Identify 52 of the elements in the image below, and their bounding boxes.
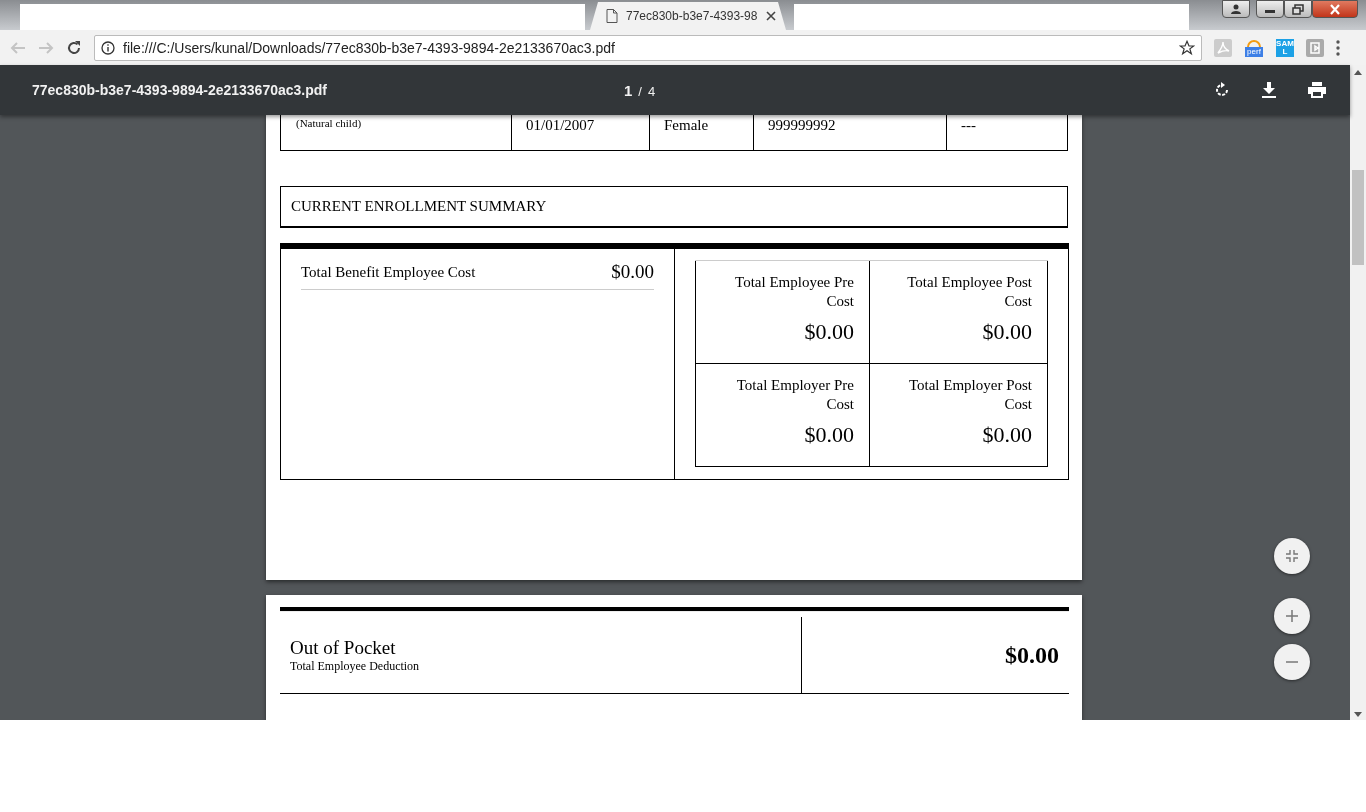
page-number[interactable]: 1 — [624, 81, 633, 99]
address-field[interactable]: file:///C:/Users/kunal/Downloads/77ec830b-b3e7-4393-9894-2e2133670ac3.pdf — [94, 34, 1202, 61]
close-icon — [1329, 3, 1341, 15]
cost-label: Total Employer Pre Cost — [735, 376, 854, 414]
cost-label: Total Benefit Employee Cost — [301, 263, 476, 281]
scroll-thumb[interactable] — [1352, 170, 1364, 265]
scroll-down-icon[interactable] — [1354, 712, 1362, 717]
table-cell: 999999992 — [753, 115, 946, 150]
restore-icon — [1292, 3, 1304, 15]
table-cell: Female — [649, 115, 753, 150]
cost-value: $0.00 — [804, 422, 854, 448]
table-cell: 01/01/2007 — [511, 115, 649, 150]
section-heading: CURRENT ENROLLMENT SUMMARY — [280, 186, 1068, 228]
document-icon — [606, 9, 618, 23]
cost-value: $0.00 — [982, 422, 1032, 448]
minus-icon — [1286, 661, 1298, 663]
cost-value: $0.00 — [982, 319, 1032, 345]
minimize-button[interactable] — [1256, 0, 1284, 18]
zoom-in-button[interactable] — [1274, 598, 1310, 634]
menu-icon[interactable] — [1336, 39, 1340, 56]
section-subtitle: Total Employee Deduction — [290, 658, 421, 674]
person-icon — [1230, 4, 1242, 14]
close-icon[interactable] — [766, 11, 776, 21]
page-separator: / — [638, 83, 642, 99]
reload-icon[interactable] — [66, 39, 82, 56]
section-title: Out of Pocket — [290, 636, 397, 659]
page-count: 4 — [647, 83, 656, 99]
shrink-icon — [1286, 550, 1298, 562]
restore-button[interactable] — [1284, 0, 1312, 18]
cost-label: Total Employer Post Cost — [907, 376, 1032, 414]
fit-page-button[interactable] — [1274, 538, 1310, 574]
plus-icon — [1286, 610, 1298, 622]
scroll-up-icon[interactable] — [1354, 70, 1362, 75]
table-cell: --- — [946, 115, 1067, 150]
cost-label: Total Employee Pre Cost — [734, 273, 854, 311]
info-icon[interactable] — [101, 40, 115, 55]
cost-label: Total Employee Post Cost — [906, 273, 1032, 311]
cost-value: $0.00 — [611, 261, 654, 283]
download-icon[interactable] — [1262, 82, 1276, 98]
rotate-icon[interactable] — [1214, 82, 1230, 98]
profile-button[interactable] — [1222, 0, 1250, 18]
close-button[interactable] — [1312, 0, 1358, 18]
zoom-out-button[interactable] — [1274, 644, 1310, 680]
scrollbar[interactable] — [1350, 65, 1366, 720]
document-title: 77ec830b-b3e7-4393-9894-2e2133670ac3.pdf — [32, 82, 328, 98]
cost-value: $0.00 — [804, 319, 854, 345]
browser-tab[interactable]: 77ec830b-b3e7-4393-98 — [590, 2, 786, 30]
star-icon[interactable] — [1179, 39, 1195, 56]
table-cell-text: (Natural child) — [295, 116, 363, 131]
deduction-value: $0.00 — [1005, 641, 1059, 669]
print-icon[interactable] — [1308, 82, 1326, 98]
gauge-icon — [1247, 38, 1261, 47]
